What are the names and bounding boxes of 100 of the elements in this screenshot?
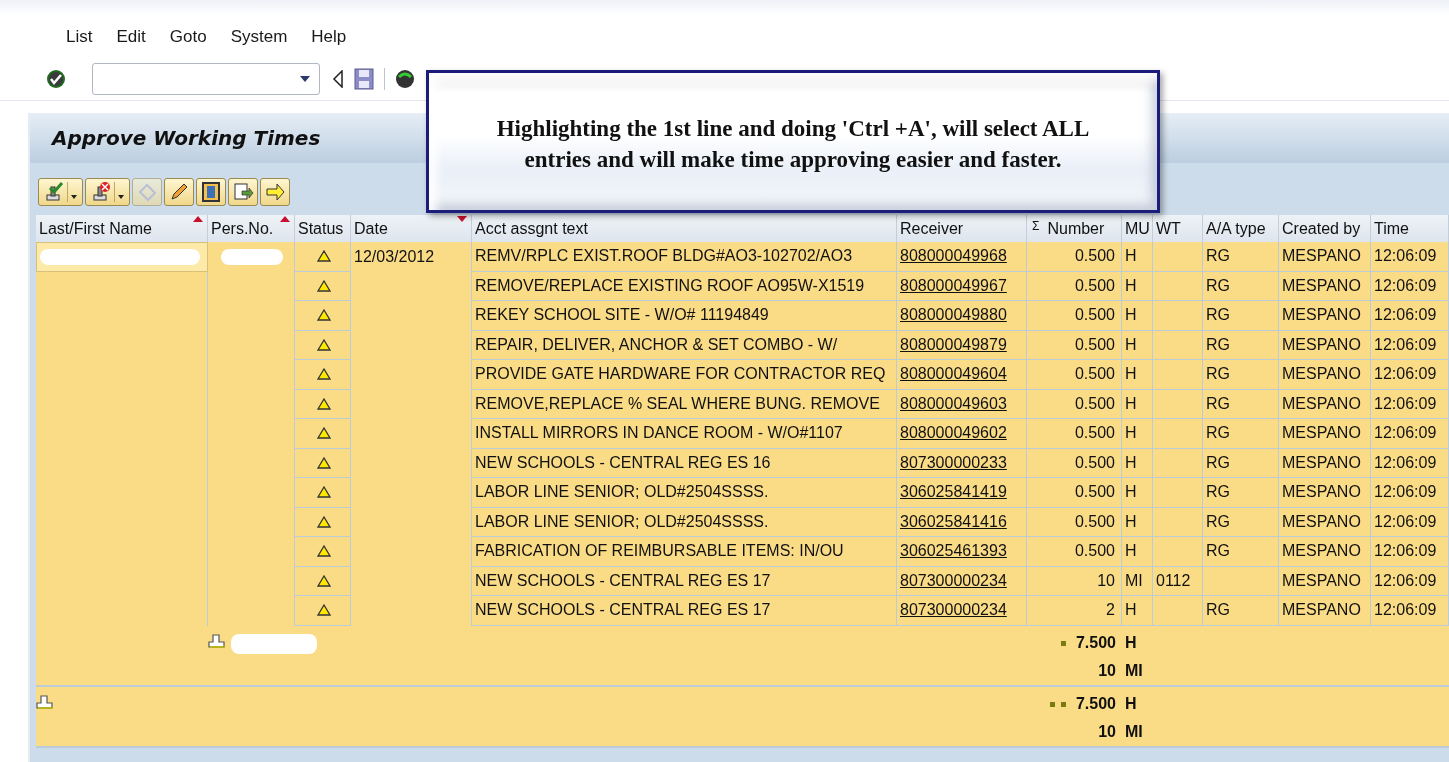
receiver-link[interactable]: 808000049880 <box>897 301 1027 331</box>
arrow-right-icon <box>264 181 286 203</box>
unit-label: H <box>1124 634 1137 653</box>
receiver-link[interactable]: 808000049879 <box>897 330 1027 360</box>
caret-icon <box>71 195 77 199</box>
warning-triangle-icon <box>317 604 331 617</box>
table-cell <box>1153 271 1203 301</box>
table-cell: 0.500 <box>1027 301 1122 331</box>
table-cell <box>1153 507 1203 537</box>
receiver-link[interactable]: 807300000234 <box>897 566 1027 596</box>
table-cell: H <box>1122 448 1153 478</box>
warning-triangle-icon <box>317 427 331 440</box>
table-cell: 0.500 <box>1027 360 1122 390</box>
table-cell: 2 <box>1027 596 1122 626</box>
back-button[interactable] <box>330 68 346 90</box>
table-cell: RG <box>1203 389 1279 419</box>
table-cell: 0.500 <box>1027 330 1122 360</box>
receiver-link[interactable]: 807300000233 <box>897 448 1027 478</box>
toolbar-button[interactable] <box>164 178 194 206</box>
unit-label: MI <box>1124 722 1143 741</box>
unit-label: MI <box>1124 661 1143 680</box>
table-cell: 0.500 <box>1027 242 1122 272</box>
menu-item[interactable]: Help <box>311 27 347 47</box>
save-button[interactable] <box>352 66 376 92</box>
warning-triangle-icon <box>317 574 331 587</box>
table-cell: MESPANO <box>1279 330 1371 360</box>
table-cell: 12:06:09 <box>1371 448 1449 478</box>
warning-triangle-icon <box>317 250 331 263</box>
hint-tooltip: Highlighting the 1st line and doing 'Ctrl +A', will select ALL entries and will make time approving easier and faster. <box>426 70 1160 213</box>
menu-item[interactable]: System <box>230 27 288 47</box>
table-cell: RG <box>1203 596 1279 626</box>
table-cell: 0.500 <box>1027 389 1122 419</box>
receiver-link[interactable]: 808000049604 <box>897 360 1027 390</box>
table-cell: H <box>1122 507 1153 537</box>
table-cell: H <box>1122 596 1153 626</box>
table-cell: H <box>1122 360 1153 390</box>
person-icon <box>208 633 225 648</box>
total-value: 7.500 <box>1075 634 1116 653</box>
table-cell: 12:06:09 <box>1371 419 1449 449</box>
table-cell: 12:06:09 <box>1371 566 1449 596</box>
menu-item[interactable]: List <box>66 27 93 47</box>
receiver-link[interactable]: 306025841416 <box>897 507 1027 537</box>
table-cell <box>1153 537 1203 567</box>
receiver-link[interactable]: 807300000234 <box>897 596 1027 626</box>
menu-item[interactable]: Edit <box>116 27 146 47</box>
warning-triangle-icon <box>317 515 331 528</box>
table-cell: RG <box>1203 360 1279 390</box>
receiver-link[interactable]: 306025841419 <box>897 478 1027 508</box>
receiver-link[interactable]: 306025461393 <box>897 537 1027 567</box>
toolbar-button[interactable] <box>393 67 417 91</box>
enter-button[interactable] <box>44 67 68 91</box>
table-cell: 12:06:09 <box>1371 242 1449 272</box>
table-cell: RG <box>1203 301 1279 331</box>
table-cell: 12:06:09 <box>1371 360 1449 390</box>
menu-item[interactable]: Goto <box>169 27 207 47</box>
total-value: 10 <box>1098 722 1116 741</box>
diamond-arrow-icon <box>136 181 158 203</box>
table-cell: RG <box>1203 507 1279 537</box>
table-cell: 12:06:09 <box>1371 537 1449 567</box>
toolbar-button[interactable] <box>85 178 130 206</box>
table-cell: 12:06:09 <box>1371 271 1449 301</box>
table-cell: MESPANO <box>1279 271 1371 301</box>
table-cell: 12:06:09 <box>1371 478 1449 508</box>
warning-triangle-icon <box>317 456 331 469</box>
table-cell: MESPANO <box>1279 360 1371 390</box>
table-cell <box>1153 301 1203 331</box>
receiver-link[interactable]: 808000049968 <box>897 242 1027 272</box>
total-value: 10 <box>1098 661 1116 680</box>
table-cell: MESPANO <box>1279 448 1371 478</box>
globe-icon <box>395 69 415 89</box>
table-cell: MESPANO <box>1279 478 1371 508</box>
table-cell <box>1153 330 1203 360</box>
table-cell: RG <box>1203 419 1279 449</box>
table-cell: RG <box>1203 478 1279 508</box>
receiver-link[interactable]: 808000049602 <box>897 419 1027 449</box>
toolbar-button[interactable] <box>196 178 226 206</box>
table-cell[interactable] <box>36 242 208 272</box>
person-icon <box>36 694 53 709</box>
redaction-mark <box>221 248 283 265</box>
table-cell: NEW SCHOOLS - CENTRAL REG ES 17 <box>472 596 897 626</box>
table-cell: H <box>1122 330 1153 360</box>
table-cell: 12:06:09 <box>1371 301 1449 331</box>
table-cell <box>1153 389 1203 419</box>
table-cell: 0.500 <box>1027 448 1122 478</box>
triangle-left-icon <box>332 70 344 88</box>
table-cell <box>1153 448 1203 478</box>
table-cell[interactable] <box>36 271 208 301</box>
receiver-link[interactable]: 808000049603 <box>897 389 1027 419</box>
warning-triangle-icon <box>317 338 331 351</box>
table-cell: H <box>1122 478 1153 508</box>
table-cell <box>1153 478 1203 508</box>
table-cell: NEW SCHOOLS - CENTRAL REG ES 16 <box>472 448 897 478</box>
table-cell: 0112 <box>1153 566 1203 596</box>
receiver-link[interactable]: 808000049967 <box>897 271 1027 301</box>
dots-icon <box>1049 701 1066 707</box>
warning-triangle-icon <box>317 397 331 410</box>
table-cell: H <box>1122 271 1153 301</box>
table-cell: REMOVE/REPLACE EXISTING ROOF AO95W-X1519 <box>472 271 897 301</box>
command-field[interactable] <box>92 63 320 95</box>
toolbar-button[interactable] <box>38 178 83 206</box>
